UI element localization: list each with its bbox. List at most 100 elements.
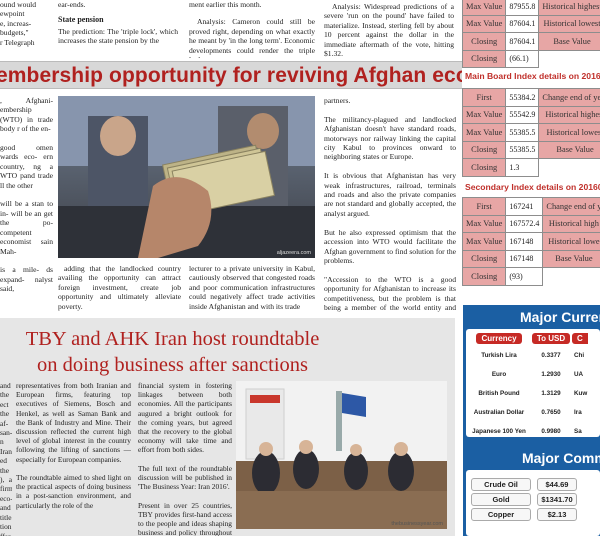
- cell-label: Closing: [461, 158, 507, 177]
- cell-label: Base Value: [542, 249, 600, 268]
- cell-label: Closing: [461, 267, 507, 286]
- table-row: Euro 1.2930 UA: [468, 365, 600, 384]
- header-pill: Currency: [476, 333, 522, 344]
- text-line: e, increas-: [0, 18, 32, 28]
- top-article-col3: ment earlier this month. Analysis: Camer…: [189, 0, 315, 58]
- table-row: Max Value 87604.1 Historical lowest: [461, 14, 600, 33]
- cell-label: Max Value: [461, 0, 507, 16]
- cell-label: Closing: [461, 49, 507, 68]
- column-header: C: [572, 331, 600, 346]
- roundtable-col-b: representatives from both Iranian and Eu…: [16, 381, 131, 510]
- table-row: Closing (66.1): [461, 49, 600, 68]
- cell-value: 55385.5: [505, 123, 540, 142]
- article-col-c: lecturer to a private university in Kabu…: [189, 264, 315, 311]
- cell-value: 87955.8: [505, 0, 540, 16]
- currency-extra: Chi: [574, 352, 585, 359]
- cell-label: Max Value: [461, 232, 507, 251]
- cell-value: 55385.5: [505, 140, 540, 159]
- cell-label: Closing: [461, 32, 507, 51]
- table-row: Closing 1.3: [461, 158, 600, 177]
- cell-value: 167572.4: [505, 214, 544, 233]
- currency-value: 1.2930: [541, 371, 561, 378]
- text-line: r Telegraph: [0, 37, 35, 47]
- table-header-row: Currency To USD C: [468, 331, 600, 346]
- cell-label: First: [461, 197, 507, 216]
- table-row: Turkish Lira 0.3377 Chi: [468, 346, 600, 365]
- text-line: ear-ends.: [58, 0, 86, 9]
- cell-value: 167241: [505, 197, 544, 216]
- table-row: British Pound 1.3129 Kuw: [468, 384, 600, 403]
- paragraph: The prediction: The 'triple lock', which…: [58, 26, 178, 46]
- table-row: Closing (93): [461, 267, 600, 286]
- roundtable-illustration: [236, 381, 447, 529]
- cell-label: First: [461, 88, 507, 107]
- header-pill: C: [572, 333, 588, 344]
- commodity-value: $44.69: [537, 478, 577, 491]
- currency-value: 0.3377: [541, 352, 561, 359]
- cell-value: 55384.2: [505, 88, 540, 107]
- cell-value: 87604.1: [505, 14, 540, 33]
- top-article-col2: ear-ends. State pension The prediction: …: [58, 0, 178, 58]
- cell-label: Base Value: [538, 140, 600, 159]
- text-line: budgets,": [0, 28, 29, 38]
- cell-label: Historical lowe: [542, 232, 600, 251]
- currency-title: Major Curren: [520, 309, 600, 325]
- commodity-value: $1341.70: [537, 493, 577, 506]
- article-photo: aljazeera.com: [58, 96, 315, 258]
- table-row: Max Value 55542.9 Historical highest: [461, 105, 600, 124]
- currency-name: Japanese 100 Yen: [472, 428, 526, 435]
- cell-value: (66.1): [505, 49, 540, 68]
- cell-label: Max Value: [461, 123, 507, 142]
- top-article-col1: ound would ewpoint e, increas- budgets,"…: [0, 0, 50, 58]
- commodity-name: Gold: [471, 493, 531, 506]
- headline: embership opportunity for reviving Afgha…: [0, 64, 462, 87]
- title-line: on doing business after sanctions: [36, 354, 308, 376]
- currency-name: British Pound: [478, 390, 520, 397]
- subheading-state-pension: State pension: [58, 15, 104, 25]
- text-line: ewpoint: [0, 9, 25, 19]
- photo-credit: thebusinessyear.com: [391, 521, 443, 527]
- cell-label: Closing: [461, 140, 507, 159]
- text-line: ound would: [0, 0, 37, 9]
- table-row: Japanese 100 Yen 0.9980 Sa: [468, 422, 600, 441]
- cell-value: 55542.9: [505, 105, 540, 124]
- cell-label: Historical highest: [538, 105, 600, 124]
- currency-name: Euro: [491, 371, 507, 378]
- secondary-table: First 167241 Change end of y Max Value 1675…: [461, 197, 600, 286]
- table-row: Closing 87604.1 Base Value: [461, 32, 600, 51]
- roundtable-title: TBY and AHK Iran host roundtable on doin…: [0, 326, 345, 378]
- photo-credit: aljazeera.com: [276, 250, 311, 256]
- currency-value: 0.9980: [541, 428, 561, 435]
- cell-label: Max Value: [461, 214, 507, 233]
- table-row: Max Value 167572.4 Historical high: [461, 214, 600, 233]
- table-row: First55384.2Change end of year: [461, 88, 600, 107]
- table-row: Max Value 167148 Historical lowe: [461, 232, 600, 251]
- currency-value: 0.7650: [541, 409, 561, 416]
- paragraph: Analysis: Widespread predictions of a se…: [324, 2, 454, 58]
- cell-value: 167148: [505, 249, 544, 268]
- commodity-name: Crude Oil: [471, 478, 531, 491]
- commodity-value: $2.13: [537, 508, 577, 521]
- market-top-table: Max Value 87955.8 Historical highest Max V…: [461, 0, 600, 68]
- currency-extra: UA: [574, 371, 584, 378]
- cell-label: Historical lowest: [538, 14, 600, 33]
- roundtable-col-c: financial system in fostering linkages b…: [138, 381, 232, 536]
- table-row: Closing 167148 Base Value: [461, 249, 600, 268]
- cell-value: 1.3: [505, 158, 540, 177]
- article-col-b: adding that the landlocked country avail…: [58, 264, 181, 311]
- header-pill: To USD: [531, 333, 571, 344]
- cell-label: Change end of y: [542, 197, 600, 216]
- paragraph: ment earlier this month.: [189, 0, 262, 9]
- secondary-heading: Secondary Index details on 20160814: [465, 182, 600, 192]
- cell-label: Max Value: [461, 105, 507, 124]
- cell-label: Historical lowest: [538, 123, 600, 142]
- cell-label: Base Value: [538, 32, 600, 51]
- cell-value: (93): [505, 267, 544, 286]
- table-row: Closing 55385.5 Base Value: [461, 140, 600, 159]
- cell-value: 87604.1: [505, 32, 540, 51]
- money-hand-illustration: [58, 96, 315, 258]
- table-row: First 167241 Change end of y: [461, 197, 600, 216]
- cell-label: Change end of year: [538, 88, 600, 107]
- cell-label: Max Value: [461, 14, 507, 33]
- paragraph: Analysis: Cameron could still be proved …: [189, 17, 315, 58]
